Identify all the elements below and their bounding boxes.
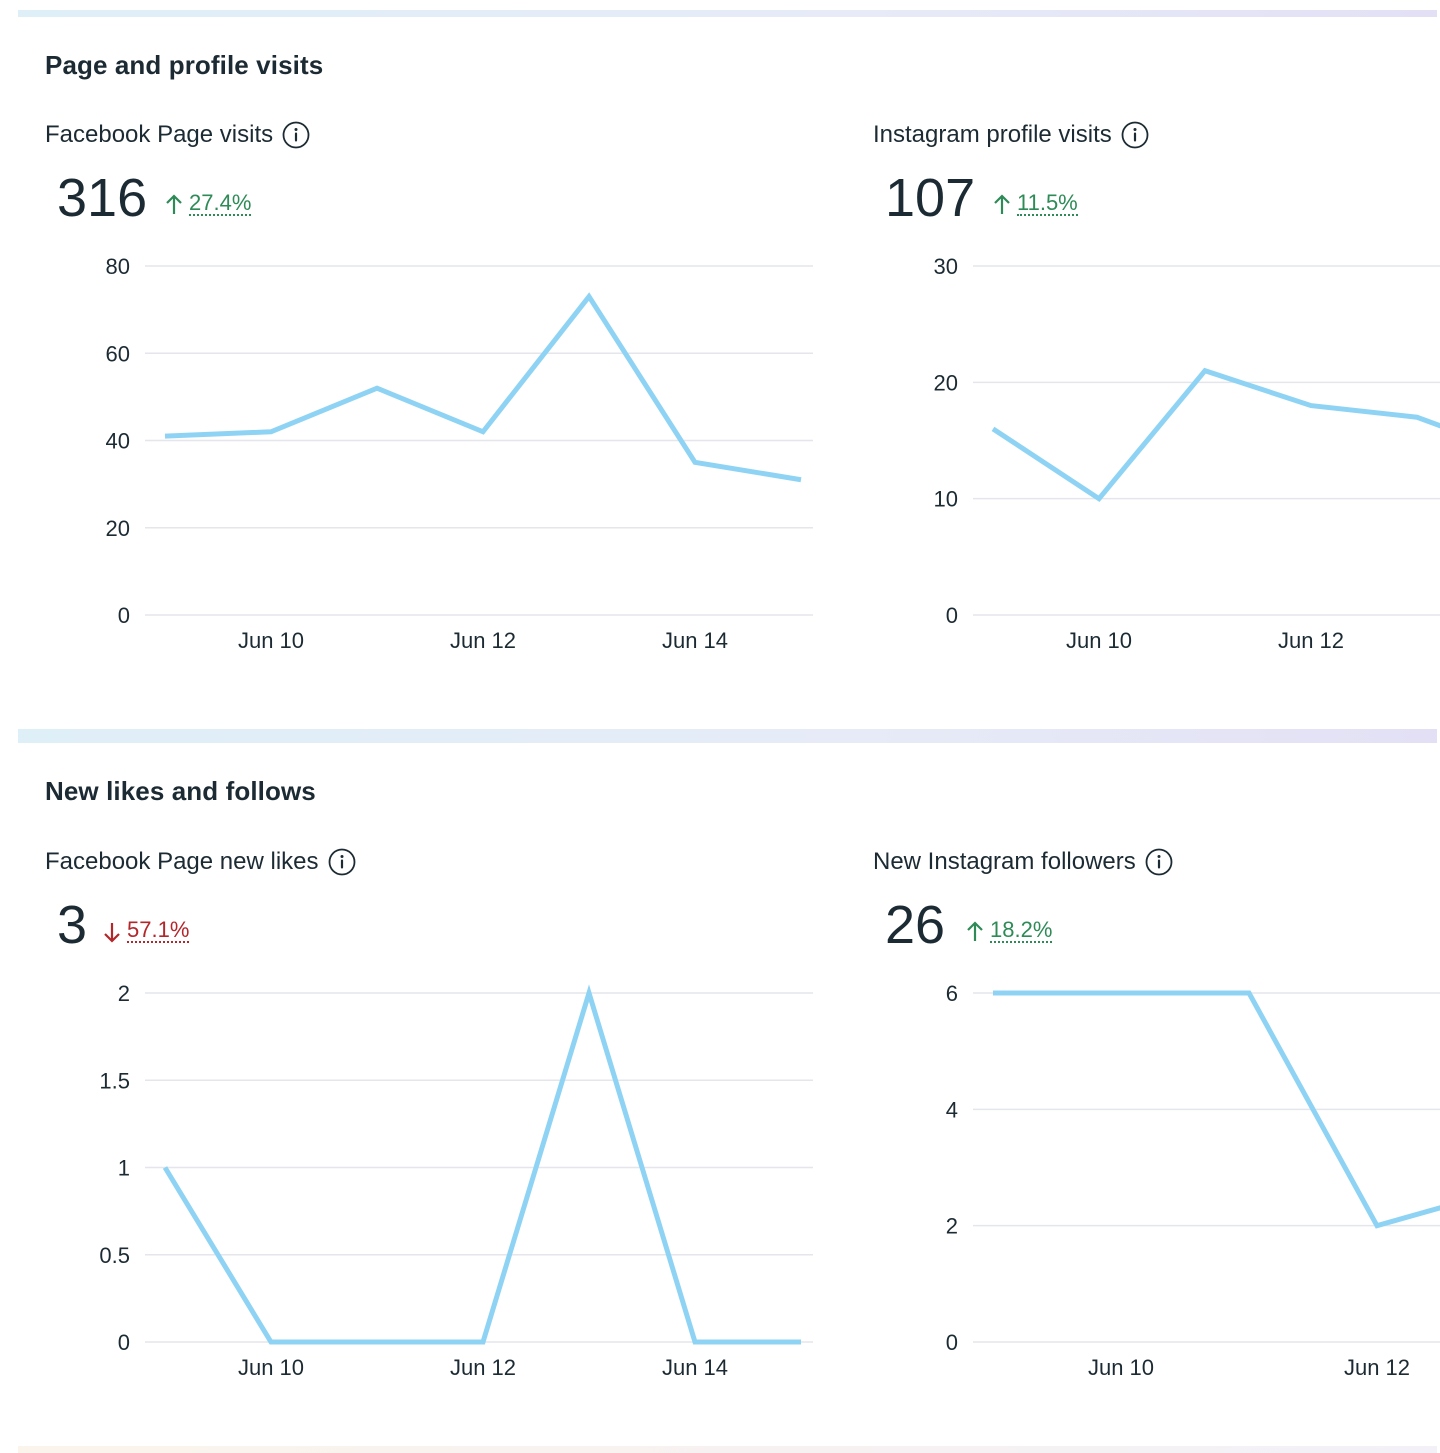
x-tick-label: Jun 14 (662, 628, 728, 653)
y-tick-label: 6 (946, 981, 958, 1006)
kpi-change[interactable]: 18.2% (966, 913, 1053, 943)
card-title-label: New Instagram followers (873, 848, 1136, 875)
card-title-label: Instagram profile visits (873, 121, 1112, 148)
info-icon[interactable] (1120, 120, 1150, 150)
line-chart: 0 0.5 1 1.5 2 Jun 10 Jun 12 Jun 14 (99, 981, 813, 1380)
info-icon[interactable] (327, 847, 357, 877)
series-line (991, 367, 1440, 502)
x-tick-label: Jun 14 (662, 1355, 728, 1380)
section-title-new-likes-follows: New likes and follows (45, 776, 316, 806)
card-instagram-profile-visits: Instagram profile visits 107 11.5% 0 10 20… (873, 118, 1440, 678)
arrow-up-icon (967, 921, 983, 941)
kpi-change-percent: 18.2% (990, 917, 1053, 943)
y-tick-label: 0.5 (99, 1243, 130, 1268)
kpi-change-percent: 27.4% (189, 190, 252, 216)
y-tick-label: 2 (118, 981, 130, 1006)
y-tick-label: 2 (946, 1214, 958, 1239)
info-icon[interactable] (281, 120, 311, 150)
y-tick-label: 1 (118, 1156, 130, 1181)
x-tick-label: Jun 12 (450, 1355, 516, 1380)
x-tick-label: Jun 12 (1278, 628, 1344, 653)
y-tick-label: 0 (946, 603, 958, 628)
section-title-page-profile-visits: Page and profile visits (45, 50, 324, 80)
series-line (164, 292, 802, 483)
y-tick-label: 0 (118, 1330, 130, 1355)
section-divider-bottom (18, 1446, 1437, 1453)
card-title: Facebook Page visits (45, 118, 311, 152)
line-chart: 0 10 20 30 Jun 10 Jun 12 (934, 254, 1440, 653)
x-tick-label: Jun 10 (238, 628, 304, 653)
x-tick-label: Jun 10 (238, 1355, 304, 1380)
x-tick-label: Jun 10 (1066, 628, 1132, 653)
x-tick-label: Jun 12 (450, 628, 516, 653)
card-facebook-page-new-likes: Facebook Page new likes 3 57.1% 0 0.5 1 1.5… (45, 845, 845, 1405)
x-tick-label: Jun 10 (1088, 1355, 1154, 1380)
kpi-change-percent: 11.5% (1017, 190, 1078, 216)
arrow-up-icon (166, 194, 182, 214)
arrow-up-icon (994, 194, 1010, 214)
card-title: Facebook Page new likes (45, 845, 357, 879)
line-chart: 0 20 40 60 80 Jun 10 Jun 12 Jun 14 (106, 254, 813, 653)
card-new-instagram-followers: New Instagram followers 2 6 18.2% 0 2 4 6 Jun… (873, 845, 1440, 1405)
kpi-change[interactable]: 57.1% (103, 913, 190, 943)
y-tick-label: 20 (934, 370, 958, 395)
card-title: New Instagram followers (873, 845, 1174, 879)
y-tick-label: 30 (934, 254, 958, 279)
section-divider-top (18, 10, 1437, 17)
x-tick-label: Jun 12 (1344, 1355, 1410, 1380)
y-tick-label: 0 (946, 1330, 958, 1355)
kpi-change-percent: 57.1% (127, 917, 190, 943)
section-divider (18, 729, 1437, 743)
arrow-down-icon (104, 923, 120, 943)
kpi-change[interactable]: 11.5% (993, 186, 1078, 216)
y-tick-label: 60 (106, 341, 130, 366)
y-tick-label: 4 (946, 1097, 958, 1122)
y-tick-label: 0 (118, 603, 130, 628)
kpi-change[interactable]: 27.4% (165, 186, 252, 216)
y-tick-label: 10 (934, 487, 958, 512)
card-facebook-page-visits: Facebook Page visits 316 27.4% 0 20 40 60 80… (45, 118, 845, 678)
card-title-label: Facebook Page new likes (45, 848, 319, 875)
y-tick-label: 40 (106, 429, 130, 454)
card-title-label: Facebook Page visits (45, 121, 274, 148)
y-tick-label: 80 (106, 254, 130, 279)
y-tick-label: 1.5 (99, 1068, 130, 1093)
card-title: Instagram profile visits (873, 118, 1150, 152)
line-chart: 0 2 4 6 Jun 10 Jun 12 (946, 981, 1440, 1380)
y-tick-label: 20 (106, 516, 130, 541)
info-icon[interactable] (1144, 847, 1174, 877)
